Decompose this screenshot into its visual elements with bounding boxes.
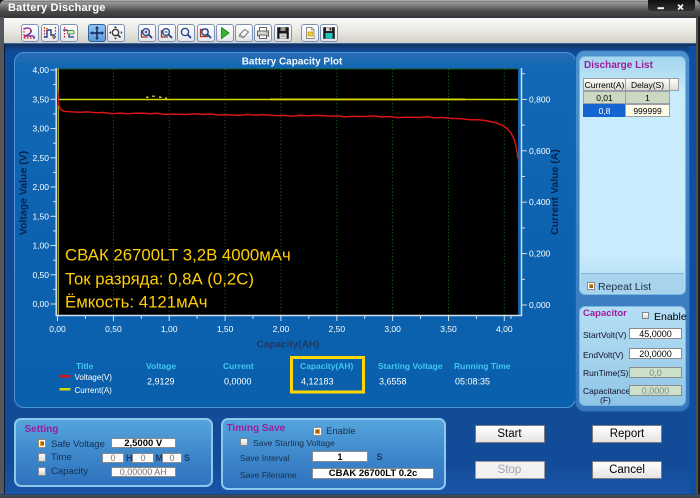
svg-text:4,00: 4,00	[496, 324, 513, 334]
svg-text:0,800: 0,800	[529, 94, 551, 104]
svg-text:2,9129: 2,9129	[147, 377, 175, 387]
svg-text:Title: Title	[76, 361, 94, 371]
svg-text:0,000: 0,000	[529, 300, 551, 310]
svg-text:2,00: 2,00	[273, 324, 290, 334]
svg-text:Capacity(AH): Capacity(AH)	[300, 361, 354, 371]
svg-text:Ток разряда: 0,8А (0,2С): Ток разряда: 0,8А (0,2С)	[65, 270, 254, 289]
svg-text:Running Time: Running Time	[454, 361, 511, 371]
svg-text:3,00: 3,00	[32, 124, 49, 134]
svg-text:0,50: 0,50	[32, 270, 49, 280]
svg-text:0,600: 0,600	[529, 146, 551, 156]
svg-text:0,50: 0,50	[105, 324, 122, 334]
svg-text:Voltage: Voltage	[146, 361, 176, 371]
svg-text:Current Value (A): Current Value (A)	[549, 149, 561, 235]
svg-text:1,00: 1,00	[161, 324, 178, 334]
svg-text:Current(A): Current(A)	[75, 386, 113, 395]
svg-text:Current: Current	[223, 361, 254, 371]
svg-text:СВАК 26700LT 3,2В 4000мАч: СВАК 26700LT 3,2В 4000мАч	[65, 246, 291, 265]
svg-text:4,00: 4,00	[32, 65, 49, 75]
svg-text:4,12183: 4,12183	[301, 377, 334, 387]
svg-text:0,00: 0,00	[49, 324, 66, 334]
svg-text:0,400: 0,400	[529, 197, 551, 207]
svg-text:1,00: 1,00	[32, 241, 49, 251]
svg-text:Starting Voltage: Starting Voltage	[378, 361, 443, 371]
svg-text:Voltage(V): Voltage(V)	[75, 373, 113, 382]
svg-text:Capacity(AH): Capacity(AH)	[257, 340, 320, 351]
svg-text:Ёмкость: 4121мАч: Ёмкость: 4121мАч	[65, 293, 208, 312]
svg-text:0,0000: 0,0000	[224, 377, 252, 387]
svg-text:3,00: 3,00	[384, 324, 401, 334]
svg-text:Battery Capacity Plot: Battery Capacity Plot	[242, 57, 343, 68]
svg-text:3,6558: 3,6558	[379, 377, 407, 387]
svg-text:3,50: 3,50	[32, 94, 49, 104]
svg-text:1,50: 1,50	[32, 211, 49, 221]
svg-text:2,00: 2,00	[32, 182, 49, 192]
svg-text:3,50: 3,50	[440, 324, 457, 334]
svg-text:0,00: 0,00	[32, 299, 49, 309]
svg-text:Voltage Value (V): Voltage Value (V)	[18, 151, 30, 235]
svg-text:2,50: 2,50	[32, 153, 49, 163]
svg-text:2,50: 2,50	[329, 324, 346, 334]
svg-text:1,50: 1,50	[217, 324, 234, 334]
svg-text:0,200: 0,200	[529, 249, 551, 259]
svg-text:05:08:35: 05:08:35	[455, 377, 490, 387]
